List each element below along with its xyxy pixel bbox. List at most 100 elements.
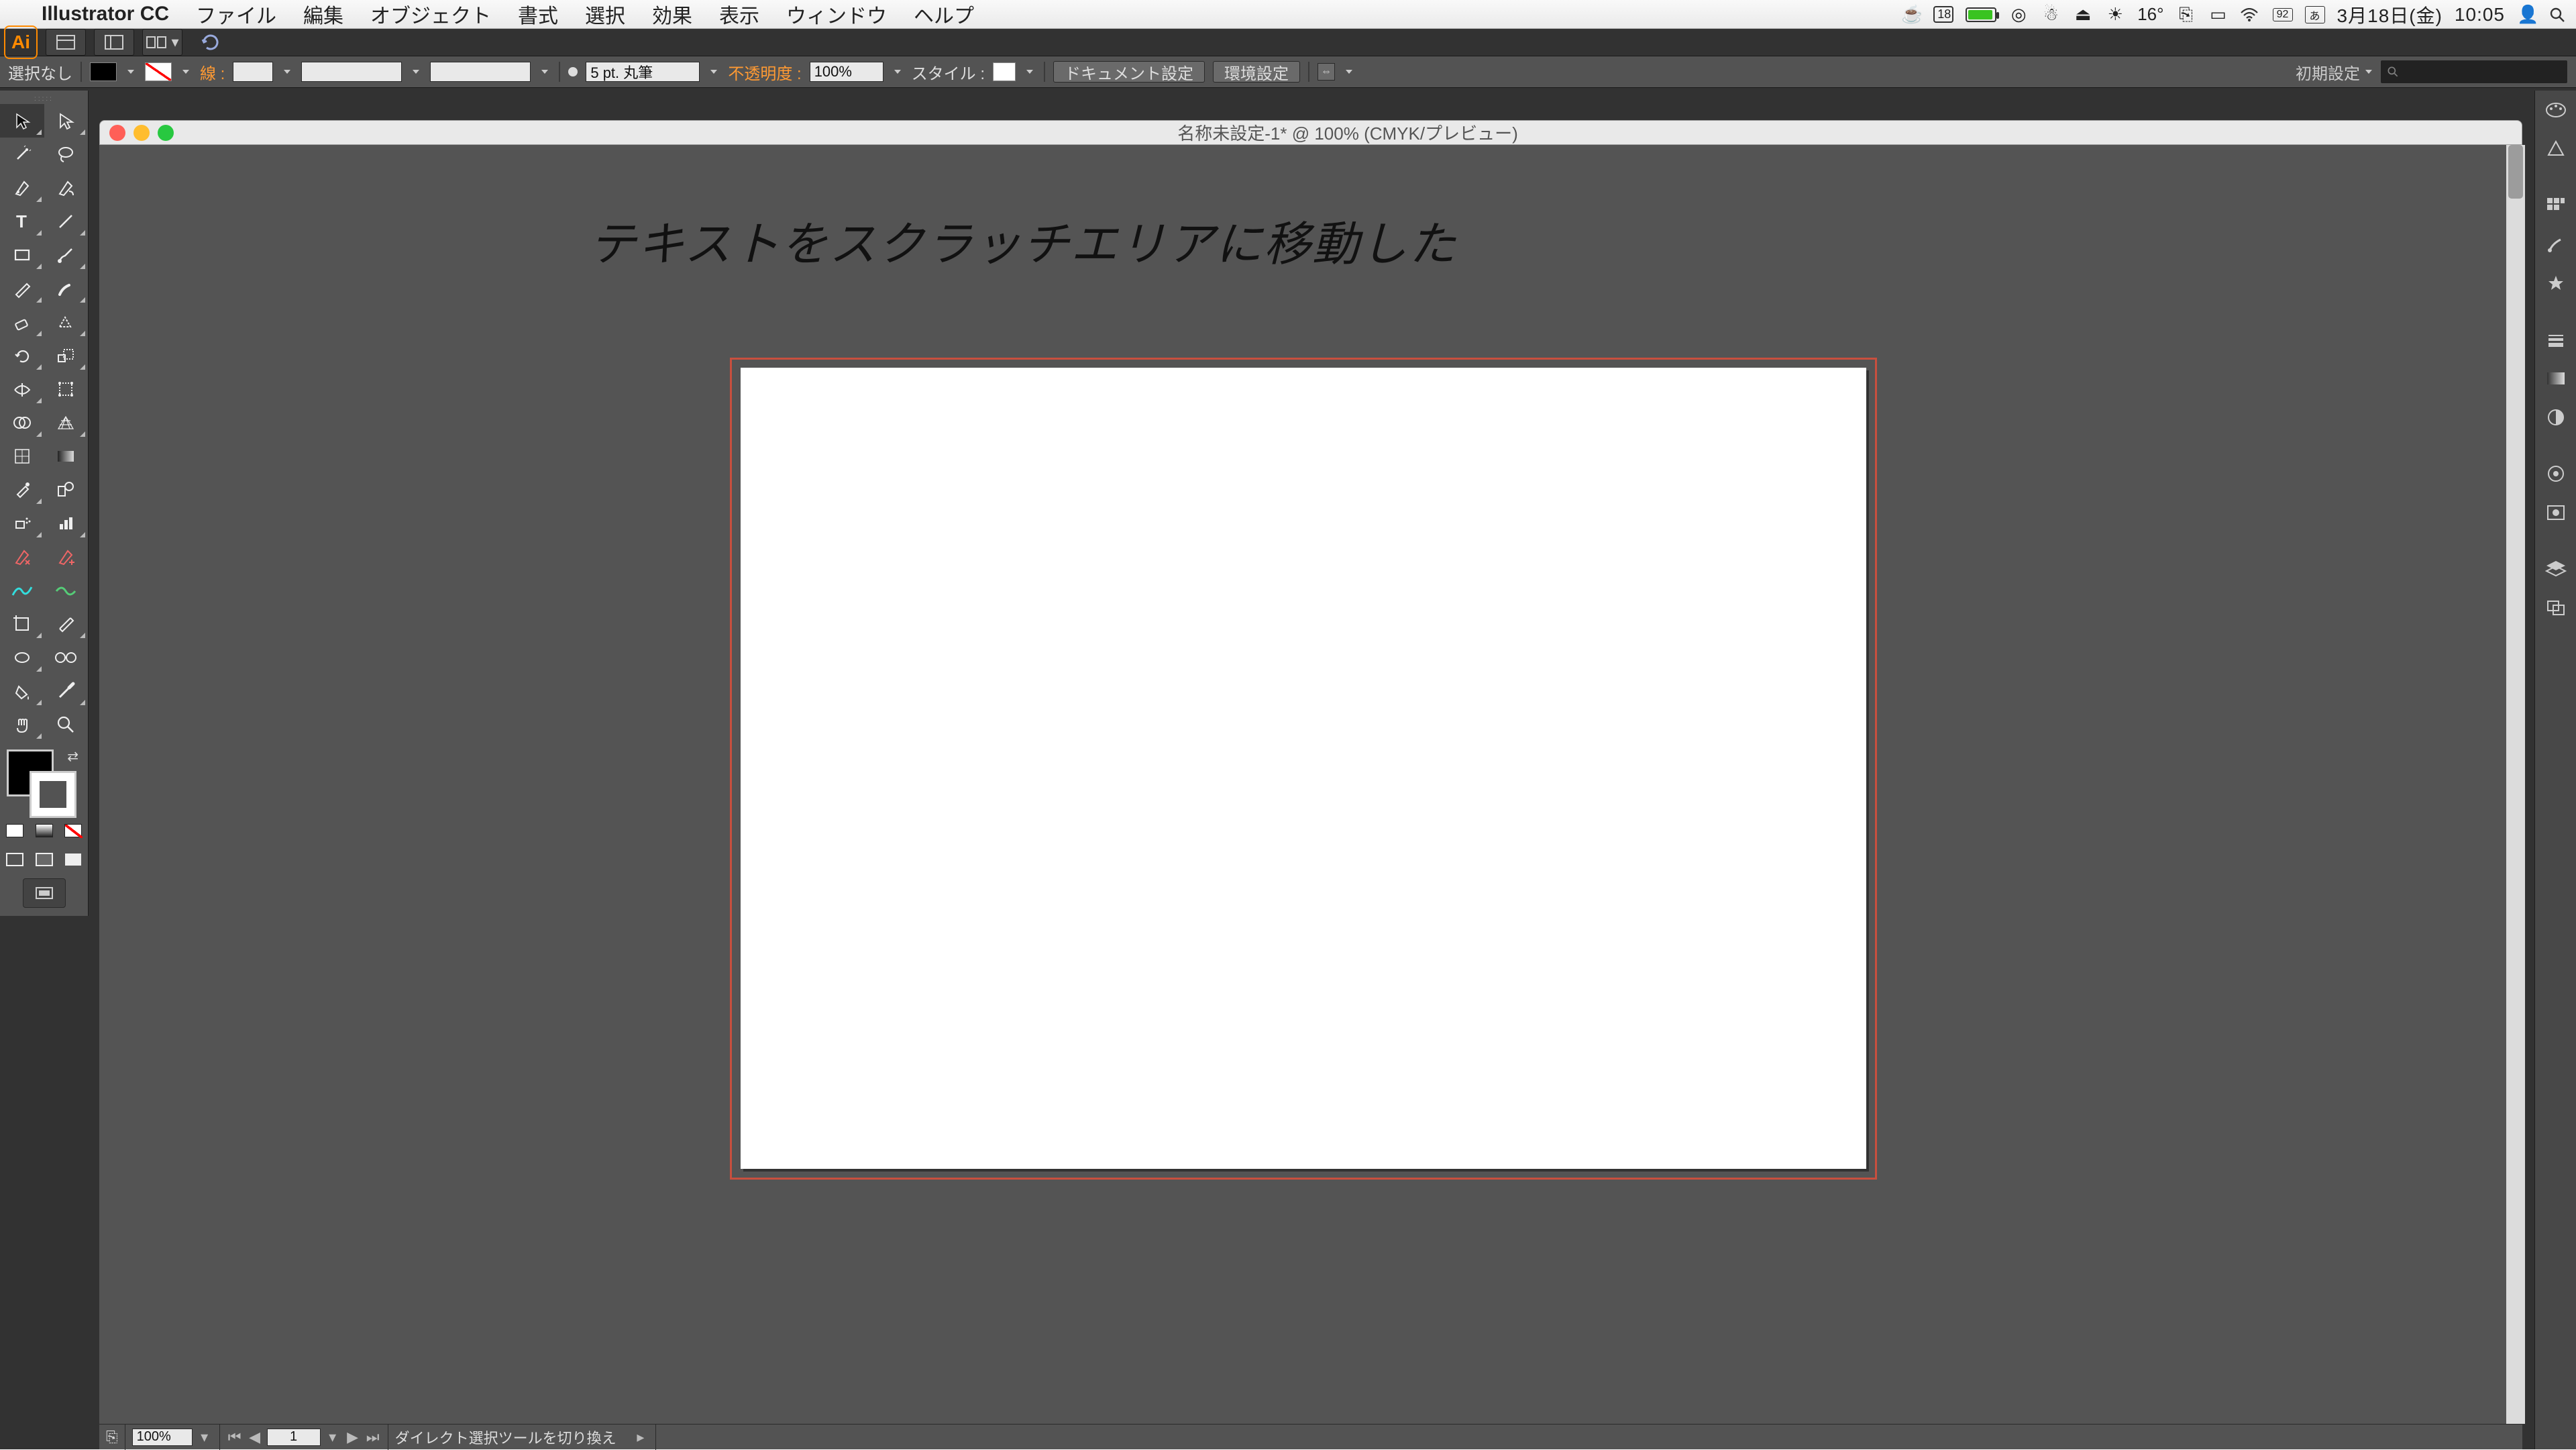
zoom-tool[interactable] [44,708,89,741]
screen-mode-normal[interactable] [0,846,30,873]
menu-window[interactable]: ウィンドウ [773,0,900,29]
appbar-arrange-button[interactable]: ▾ [142,29,182,56]
status-export-icon[interactable]: ⎘ [99,1425,125,1450]
paintbrush-tool[interactable] [44,238,89,272]
help-search-input[interactable] [2380,60,2568,84]
color-guide-panel-icon[interactable] [2535,130,2576,168]
screen-mode-full[interactable] [30,846,59,873]
graphic-style-dropdown[interactable] [1024,62,1036,81]
symbols-panel-icon[interactable] [2535,264,2576,303]
edit-toolbar-button[interactable] [23,878,66,908]
knife-tool[interactable] [44,674,89,708]
stroke-width-input[interactable] [233,62,273,82]
fill-swatch[interactable] [90,62,117,81]
eraser-tool[interactable] [0,305,44,339]
stroke-weight-input[interactable] [586,62,700,82]
menu-effect[interactable]: 効果 [639,0,706,29]
stroke-profile-dropdown[interactable] [410,62,422,81]
menu-edit[interactable]: 編集 [290,0,357,29]
blob-brush-tool[interactable] [44,272,89,305]
artboard-prev[interactable]: ◀ [247,1429,263,1445]
opacity-label[interactable]: 不透明度 : [728,60,801,84]
clipboard-icon[interactable]: ⎘ [2176,4,2196,25]
artboard-last[interactable]: ⏭ [365,1429,381,1445]
layers-panel-icon[interactable] [2535,550,2576,588]
menu-object[interactable]: オブジェクト [357,0,504,29]
menu-file[interactable]: ファイル [182,0,290,29]
graphic-styles-panel-icon[interactable] [2535,493,2576,532]
stroke-panel-icon[interactable] [2535,320,2576,359]
appearance-panel-icon[interactable] [2535,454,2576,493]
battery-percent-icon[interactable]: 92 [2273,8,2293,21]
artboard-index-dropdown[interactable]: ▾ [325,1429,341,1445]
artboard-next[interactable]: ▶ [345,1429,361,1445]
weather-icon[interactable]: ☀ [2105,4,2125,25]
artboard-index-input[interactable] [267,1429,321,1446]
screen-mode-presentation[interactable] [58,846,88,873]
menu-type[interactable]: 書式 [504,0,572,29]
app-logo-icon[interactable]: Ai [4,25,38,59]
swap-fill-stroke-icon[interactable]: ⇄ [67,748,78,765]
eject-icon[interactable]: ⏏ [2073,4,2093,25]
appbar-sync-icon[interactable] [191,29,231,56]
graphic-style-swatch[interactable] [993,62,1016,81]
slice-tool[interactable] [44,607,89,641]
shape-builder-tool[interactable] [0,406,44,439]
zoom-dropdown[interactable]: ▾ [197,1429,213,1445]
pen-tool[interactable] [0,171,44,205]
coffee-icon[interactable]: ☕ [1901,4,1921,25]
calendar-icon[interactable]: 18 [1933,6,1953,23]
eyedropper-tool[interactable] [0,473,44,507]
stroke-color-icon[interactable] [30,771,76,818]
width-tool[interactable] [0,372,44,406]
color-panel-icon[interactable] [2535,91,2576,130]
artboard-first[interactable]: ⏮ [227,1429,243,1445]
fill-stroke-control[interactable]: ⇄ [0,745,88,819]
workspace-switcher[interactable]: 初期設定 [2296,60,2372,84]
symbol-sprayer-tool[interactable] [0,507,44,540]
transparency-panel-icon[interactable] [2535,398,2576,437]
display-icon[interactable]: ▭ [2208,4,2229,25]
hand-tool[interactable] [0,708,44,741]
opacity-dropdown[interactable] [892,62,904,81]
menubar-time[interactable]: 10:05 [2455,4,2505,25]
brush-dropdown[interactable] [539,62,551,81]
window-minimize-button[interactable] [133,125,150,141]
brush-input[interactable] [430,62,531,82]
delete-anchor-tool[interactable] [0,540,44,574]
add-anchor-tool[interactable] [44,540,89,574]
scratch-text-object[interactable]: テキストをスクラッチエリアに移動した [589,207,1457,274]
appbar-button-1[interactable] [46,29,86,56]
color-mode-none[interactable] [58,819,88,842]
document-setup-button[interactable]: ドキュメント設定 [1053,61,1205,83]
smooth-tool-green[interactable] [44,574,89,607]
menu-app[interactable]: Illustrator CC [28,3,182,25]
column-graph-tool[interactable] [44,507,89,540]
vertical-scrollbar[interactable] [2506,145,2525,1424]
spotlight-icon[interactable] [2549,7,2569,23]
stroke-weight-dropdown[interactable] [708,62,720,81]
wifi-icon[interactable] [2241,8,2261,21]
tools-grip[interactable]: ::::: [0,93,88,104]
canvas[interactable]: テキストをスクラッチエリアに移動した [99,145,2522,1424]
magic-wand-tool[interactable] [0,138,44,171]
selection-tool[interactable] [0,104,44,138]
appbar-button-2[interactable] [94,29,134,56]
stroke-label[interactable]: 線 : [200,60,225,84]
perspective-grid-tool[interactable] [44,406,89,439]
rectangle-tool[interactable] [0,238,44,272]
fill-dropdown[interactable] [125,62,137,81]
smooth-tool-cyan[interactable] [0,574,44,607]
window-close-button[interactable] [109,125,125,141]
preferences-button[interactable]: 環境設定 [1213,61,1300,83]
gradient-tool[interactable] [44,439,89,473]
opacity-input[interactable] [810,62,883,82]
stroke-width-dropdown[interactable] [281,62,293,81]
zoom-input[interactable] [132,1429,193,1446]
color-mode-gradient[interactable] [30,819,59,842]
direct-selection-tool[interactable] [44,104,89,138]
menu-help[interactable]: ヘルプ [900,0,987,29]
scale-tool[interactable] [44,339,89,372]
rotate-tool[interactable] [0,339,44,372]
pencil-tool[interactable] [0,272,44,305]
